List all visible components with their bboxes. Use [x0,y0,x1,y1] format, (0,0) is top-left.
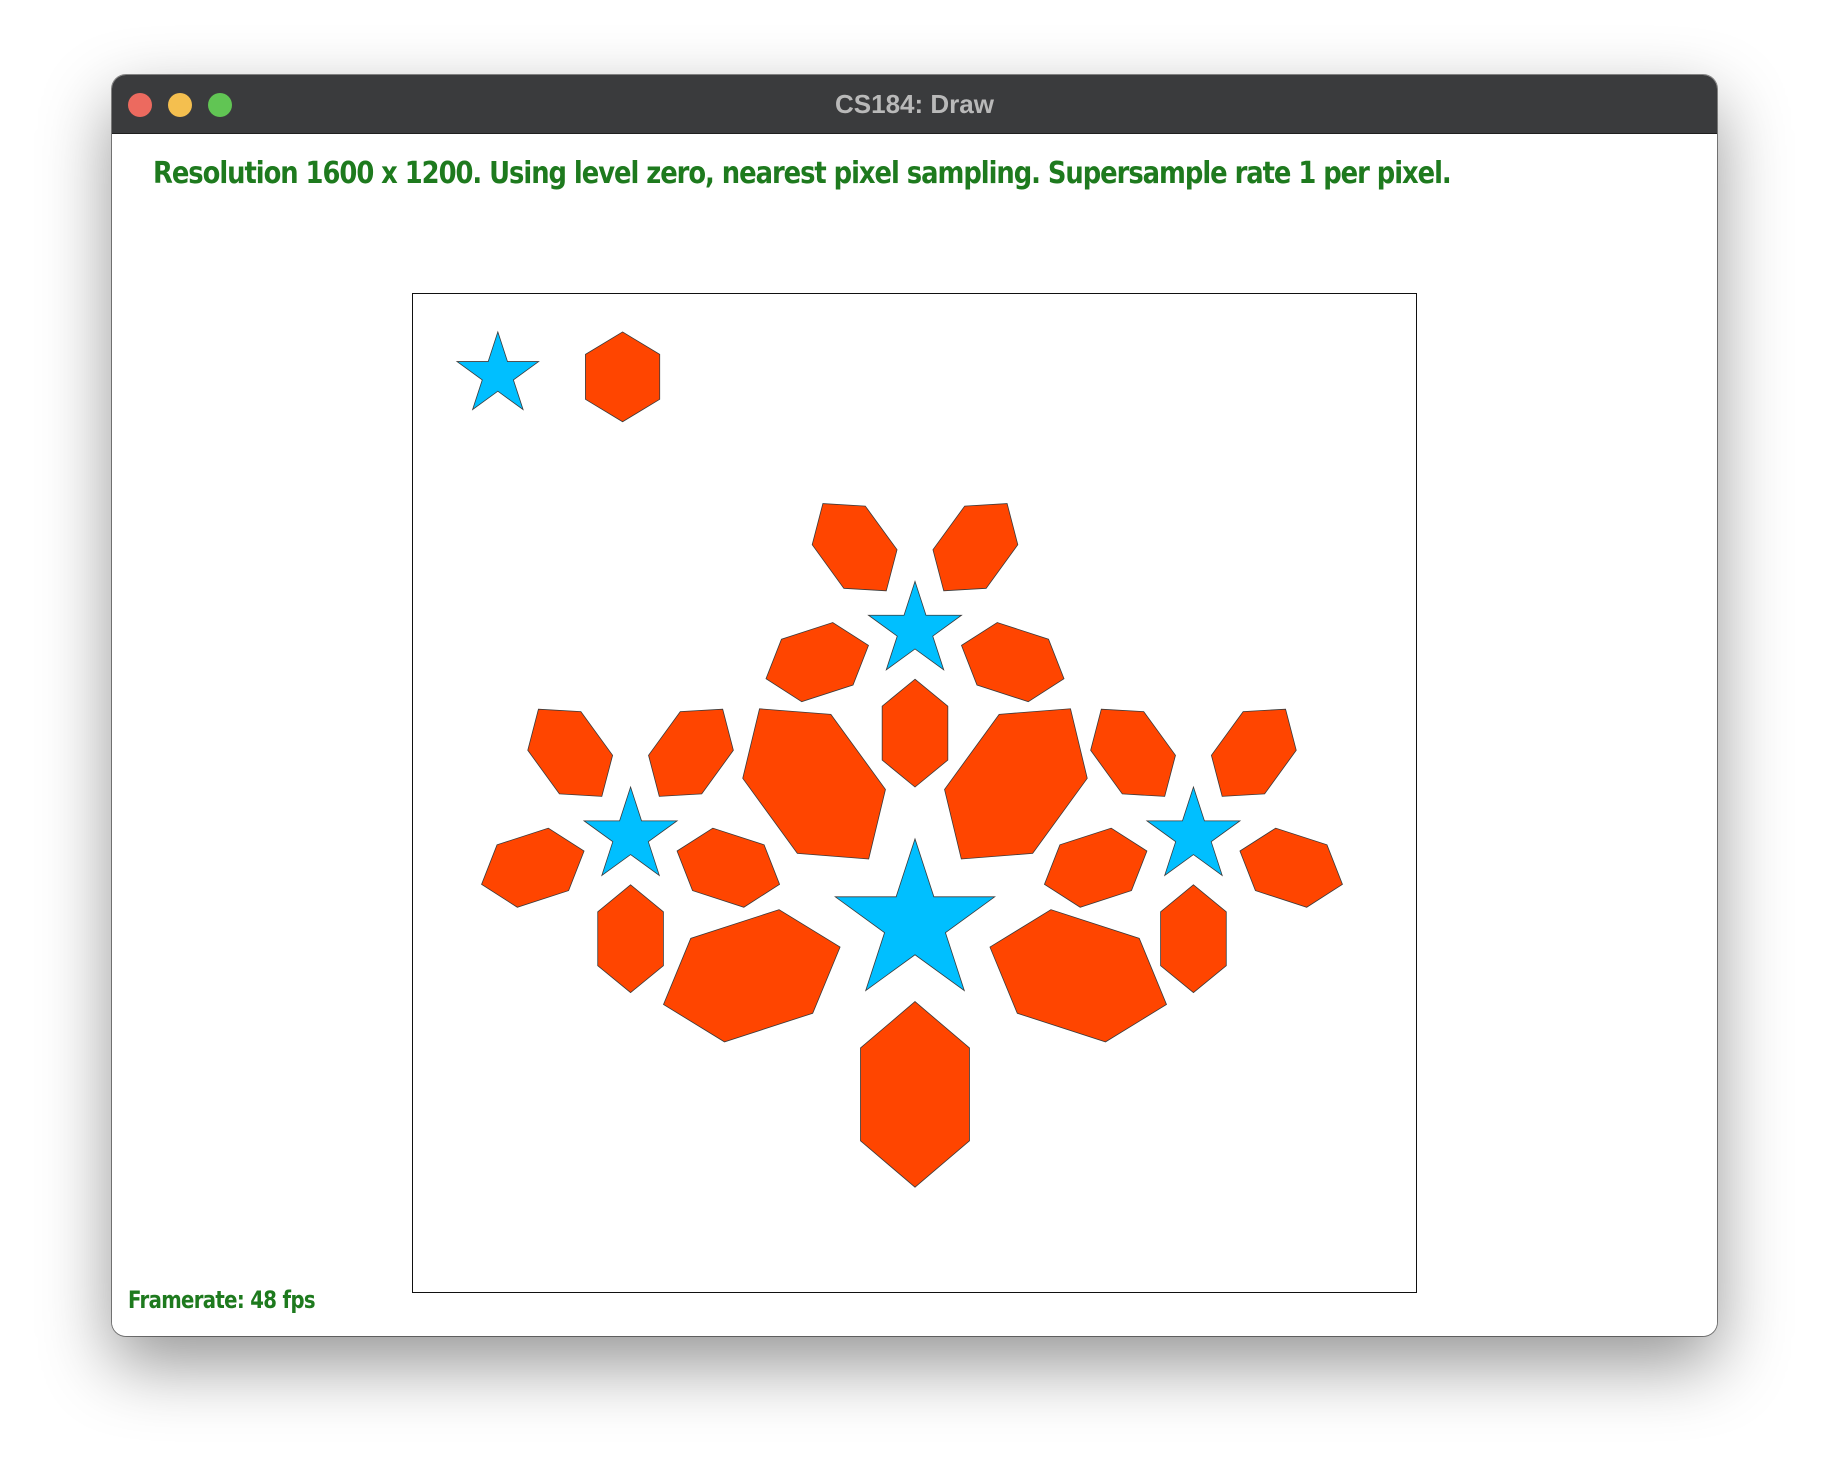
hexagon-shape-left-3 [648,708,734,797]
hexagon-shape-right-0 [1160,884,1227,994]
title-bar[interactable]: CS184: Draw [112,75,1717,134]
star-shape-right [1145,785,1242,877]
hexagon-shape-left-1 [481,827,585,908]
star-shape-center [834,837,996,992]
scene-svg [455,330,1343,1188]
hexagon-shape-left-2 [527,708,614,797]
hexagon-shape-right-1 [1043,827,1148,908]
hexagon-shape-center-0 [860,1001,970,1188]
hexagon-shape-center-4 [989,909,1167,1043]
hexagon-shape-left-0 [597,884,664,994]
hexagon-shape-top-0 [881,678,949,788]
hexagon-shape-right-4 [1239,827,1343,908]
framerate-text: Framerate: 48 fps [128,1286,316,1314]
hexagon-shape-center-3 [944,708,1088,860]
hexagon-shape-right-3 [1210,708,1297,797]
hexagon-shape-top-1 [765,622,869,703]
hexagon-shape-top-2 [811,503,898,592]
star-shape-top [867,580,963,671]
hexagon-shape-left-4 [676,827,781,908]
hexagon-shape-center-1 [663,909,841,1043]
hexagon-shape-right-2 [1090,708,1176,797]
hexagon-shape-top-3 [932,503,1019,592]
hexagon-shape-center-2 [742,708,886,860]
status-text: Resolution 1600 x 1200. Using level zero… [153,156,1452,191]
app-window: CS184: Draw Resolution 1600 x 1200. Usin… [112,75,1717,1336]
drawing-view[interactable]: Resolution 1600 x 1200. Using level zero… [112,134,1717,1336]
star-shape-left [582,785,679,877]
svg-canvas[interactable] [412,293,1417,1293]
window-title: CS184: Draw [835,89,994,119]
hexagon-shape-ref [585,331,661,423]
star-shape-ref [455,330,540,411]
hexagon-shape-top-4 [961,622,1065,703]
